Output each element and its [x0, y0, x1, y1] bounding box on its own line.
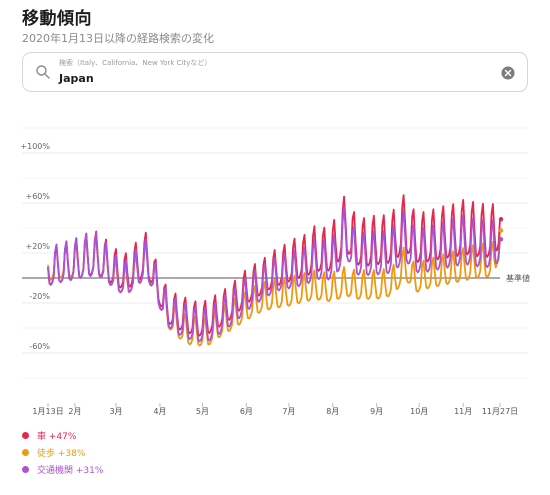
x-tick-label: 2月 [68, 407, 81, 416]
legend-item-walking[interactable]: 徒歩 +38% [22, 444, 103, 461]
legend-item-transit[interactable]: 交通機関 +31% [22, 461, 103, 478]
x-tick-label: 4月 [153, 407, 166, 416]
legend-item-driving[interactable]: 車 +47% [22, 427, 103, 444]
mobility-chart: +100% +60% +20% -20% -60% 基準値 1月13日 2月 3月 4月 5月 6月 7… [20, 127, 530, 416]
legend-dot-walking [22, 449, 29, 456]
x-tick-label: 9月 [370, 407, 383, 416]
end-point-walking [498, 228, 504, 233]
legend-dot-transit [22, 466, 29, 473]
y-tick-label: +20% [26, 242, 51, 251]
legend-label-transit: 交通機関 +31% [37, 466, 104, 476]
legend-label-driving: 車 +47% [37, 432, 77, 442]
x-tick-label: 7月 [282, 407, 295, 416]
end-point-transit [498, 237, 504, 242]
y-tick-label: +100% [20, 142, 50, 151]
x-tick-label: 11月 [454, 407, 472, 416]
legend-label-walking: 徒歩 +38% [37, 449, 86, 459]
x-tick-label: 6月 [240, 407, 253, 416]
y-tick-label: -20% [29, 292, 50, 301]
x-tick-label: 3月 [109, 407, 122, 416]
x-tick-label: 11月27日 [482, 407, 518, 416]
end-point-driving [498, 217, 504, 222]
baseline-label: 基準値 [506, 273, 530, 283]
x-tick-label: 10月 [410, 407, 428, 416]
x-tick-label: 8月 [326, 407, 339, 416]
x-tick-label: 1月13日 [32, 407, 63, 416]
chart-legend: 車 +47% 徒歩 +38% 交通機関 +31% [22, 427, 103, 478]
y-tick-label: +60% [26, 192, 51, 201]
y-tick-label: -60% [29, 342, 50, 351]
legend-dot-driving [22, 432, 29, 439]
x-tick-label: 5月 [196, 407, 209, 416]
